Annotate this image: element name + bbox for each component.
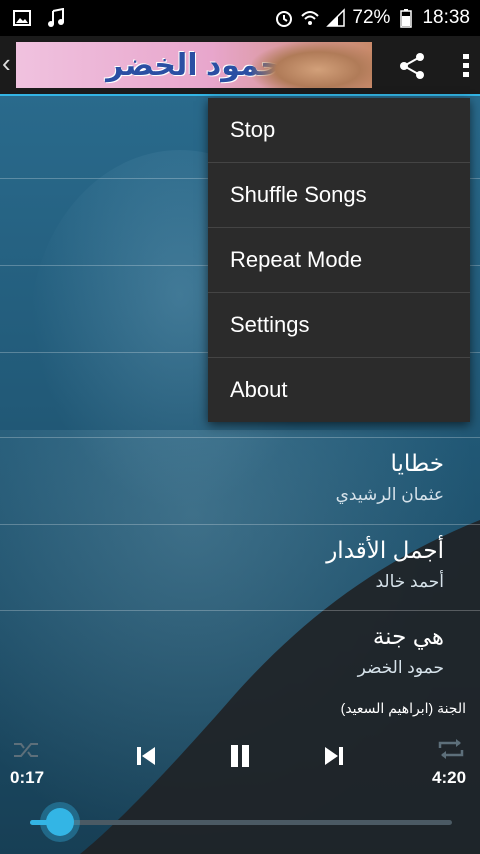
list-divider (0, 524, 480, 525)
menu-item-about[interactable]: About (208, 358, 470, 422)
song-artist: عثمان الرشيدي (335, 485, 444, 504)
previous-track-icon[interactable] (134, 744, 158, 768)
song-title: خطايا (390, 450, 444, 476)
share-icon[interactable] (396, 50, 428, 82)
banner-photo (252, 42, 372, 88)
wifi-icon (300, 8, 320, 28)
battery-percent: 72% (352, 7, 391, 28)
clock: 18:38 (422, 7, 470, 28)
shuffle-icon[interactable] (12, 738, 42, 762)
list-divider (0, 610, 480, 611)
song-title: هي جنة (372, 623, 444, 649)
song-list-item[interactable]: خطايا عثمان الرشيدي (336, 450, 444, 505)
menu-item-stop[interactable]: Stop (208, 98, 470, 163)
gallery-notification-icon (12, 8, 32, 28)
song-list-item[interactable]: هي جنة حمود الخضر (358, 623, 444, 678)
alarm-icon (274, 8, 294, 28)
menu-item-shuffle-songs[interactable]: Shuffle Songs (208, 163, 470, 228)
seek-bar-thumb[interactable] (46, 808, 74, 836)
pause-icon[interactable] (226, 742, 254, 770)
now-playing-title: الجنة (ابراهيم السعيد) (340, 700, 466, 716)
status-bar: 72% 18:38 (0, 0, 480, 36)
up-chevron-icon[interactable]: ‹ (2, 48, 11, 79)
song-title: أجمل الأقدار (326, 537, 444, 563)
repeat-icon[interactable] (436, 736, 466, 762)
overflow-menu: Stop Shuffle Songs Repeat Mode Settings … (208, 98, 470, 422)
song-list-item[interactable]: أجمل الأقدار أحمد خالد (326, 537, 444, 592)
overflow-menu-icon[interactable] (458, 50, 474, 82)
menu-item-settings[interactable]: Settings (208, 293, 470, 358)
battery-icon (396, 8, 416, 28)
list-divider (0, 437, 480, 438)
song-artist: حمود الخضر (357, 658, 444, 677)
music-notification-icon (46, 8, 66, 28)
menu-item-repeat-mode[interactable]: Repeat Mode (208, 228, 470, 293)
artist-banner: حمود الخضر (16, 42, 372, 88)
signal-icon (326, 8, 346, 28)
next-track-icon[interactable] (322, 744, 346, 768)
total-duration: 4:20 (432, 768, 467, 787)
elapsed-time: 0:17 (10, 768, 45, 787)
seek-bar-track[interactable] (30, 820, 452, 825)
song-artist: أحمد خالد (375, 572, 445, 591)
